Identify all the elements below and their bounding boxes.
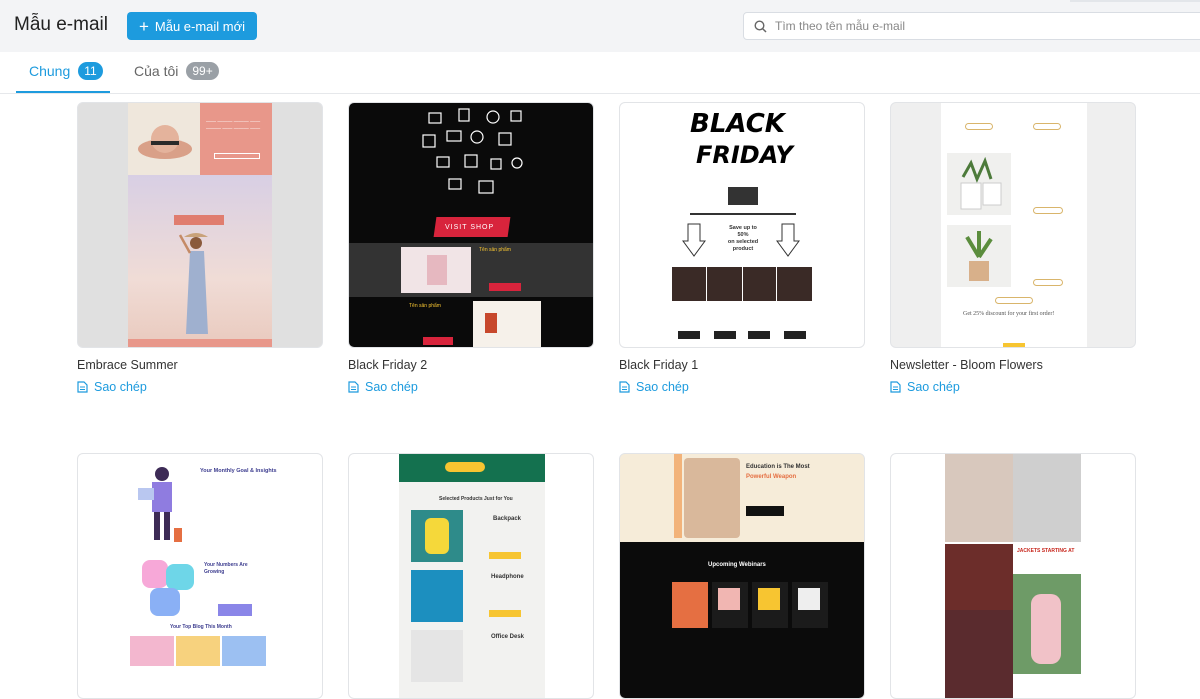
template-thumbnail[interactable]: Your Monthly Goal & Insights Your Number… xyxy=(77,453,323,699)
search-icon xyxy=(754,19,767,33)
save-percent: 50% xyxy=(737,232,749,239)
search-input[interactable] xyxy=(775,19,1195,33)
copy-label: Sao chép xyxy=(365,380,418,394)
tab-general[interactable]: Chung 11 xyxy=(29,62,103,80)
arrow-down-icon xyxy=(682,223,706,257)
section-heading: Your Top Blog This Month xyxy=(170,624,232,630)
top-divider xyxy=(1070,0,1200,2)
visit-shop-text: VISIT SHOP xyxy=(445,224,495,231)
template-thumbnail[interactable]: JACKETS STARTING AT xyxy=(890,453,1136,699)
product-name: Tên sản phẩm xyxy=(409,303,441,309)
save-on: on selected xyxy=(727,239,759,246)
save-text: Save up to xyxy=(729,225,757,231)
template-title: Black Friday 2 xyxy=(348,358,428,372)
section-heading: Selected Products Just for You xyxy=(439,496,513,502)
friday-text: FRIDAY xyxy=(696,141,793,169)
document-icon xyxy=(77,381,88,393)
copy-button[interactable]: Sao chép xyxy=(348,380,594,394)
section-heading: Upcoming Webinars xyxy=(708,562,766,568)
document-icon xyxy=(348,381,359,393)
copy-button[interactable]: Sao chép xyxy=(77,380,323,394)
plant-image xyxy=(960,157,1002,210)
promo-text: JACKETS STARTING AT xyxy=(1017,548,1075,554)
top-bar: Mẫu e-mail + Mẫu e-mail mới xyxy=(0,0,1200,52)
headline: Education is The Most xyxy=(746,464,810,470)
copy-label: Sao chép xyxy=(636,380,689,394)
hat-image xyxy=(138,125,192,159)
headline: Powerful Weapon xyxy=(746,474,797,480)
discount-text: Get 25% discount for your first order! xyxy=(963,311,1055,317)
copy-label: Sao chép xyxy=(907,380,960,394)
template-thumbnail[interactable]: Education is The Most Powerful Weapon Up… xyxy=(619,453,865,699)
template-thumbnail[interactable]: VISIT SHOP Tên sản phẩm Tên sản phẩm xyxy=(348,102,594,348)
template-card[interactable]: VISIT SHOP Tên sản phẩm Tên sản phẩm Bla… xyxy=(348,102,594,394)
plant-image xyxy=(965,231,993,281)
arrow-down-icon xyxy=(776,223,800,257)
woman-image xyxy=(178,233,208,334)
template-card[interactable]: —— ——— ——— —— ——— —— ——— —— Embrace Summ… xyxy=(77,102,323,394)
template-card[interactable]: BLACK FRIDAY Save up to 50% on selected … xyxy=(619,102,865,394)
person-illustration xyxy=(138,467,182,542)
active-tab-indicator xyxy=(16,91,110,93)
tab-label: Của tôi xyxy=(134,63,179,79)
product-name: Backpack xyxy=(493,516,522,522)
template-title: Newsletter - Bloom Flowers xyxy=(890,358,1043,372)
count-badge: 11 xyxy=(78,62,103,80)
save-product: product xyxy=(732,246,754,253)
tab-label: Chung xyxy=(29,63,71,79)
plus-icon: + xyxy=(138,16,149,36)
document-icon xyxy=(890,381,901,393)
template-card[interactable]: Education is The Most Powerful Weapon Up… xyxy=(619,453,865,699)
template-card[interactable]: Get 25% discount for your first order! N… xyxy=(890,102,1136,394)
section-heading: Your Monthly Goal & Insights xyxy=(200,468,277,474)
product-name: Office Desk xyxy=(491,634,525,640)
template-title: Black Friday 1 xyxy=(619,358,699,372)
tab-bar: Chung 11 Của tôi 99+ xyxy=(0,52,1200,94)
template-card[interactable]: JACKETS STARTING AT xyxy=(890,453,1136,699)
template-title: Embrace Summer xyxy=(77,358,178,372)
template-thumbnail[interactable]: Selected Products Just for You Backpack … xyxy=(348,453,594,699)
template-thumbnail[interactable]: BLACK FRIDAY Save up to 50% on selected … xyxy=(619,102,865,348)
document-icon xyxy=(619,381,630,393)
page-title: Mẫu e-mail xyxy=(14,14,108,35)
copy-label: Sao chép xyxy=(94,380,147,394)
section-heading: Your Numbers Are Growing xyxy=(204,562,248,575)
template-card[interactable]: Your Monthly Goal & Insights Your Number… xyxy=(77,453,323,699)
template-thumbnail[interactable]: Get 25% discount for your first order! xyxy=(890,102,1136,348)
new-template-button[interactable]: + Mẫu e-mail mới xyxy=(127,12,257,40)
count-badge: 99+ xyxy=(186,62,219,80)
product-name: Headphone xyxy=(491,574,524,580)
shopping-icons-graphic xyxy=(422,108,523,194)
search-box[interactable] xyxy=(743,12,1200,40)
tab-mine[interactable]: Của tôi 99+ xyxy=(134,62,219,80)
new-template-label: Mẫu e-mail mới xyxy=(154,18,246,34)
product-name: Tên sản phẩm xyxy=(479,247,511,253)
copy-button[interactable]: Sao chép xyxy=(619,380,865,394)
black-text: BLACK xyxy=(690,109,785,139)
template-thumbnail[interactable]: —— ——— ——— —— ——— —— ——— —— xyxy=(77,102,323,348)
template-card[interactable]: Selected Products Just for You Backpack … xyxy=(348,453,594,699)
copy-button[interactable]: Sao chép xyxy=(890,380,1136,394)
